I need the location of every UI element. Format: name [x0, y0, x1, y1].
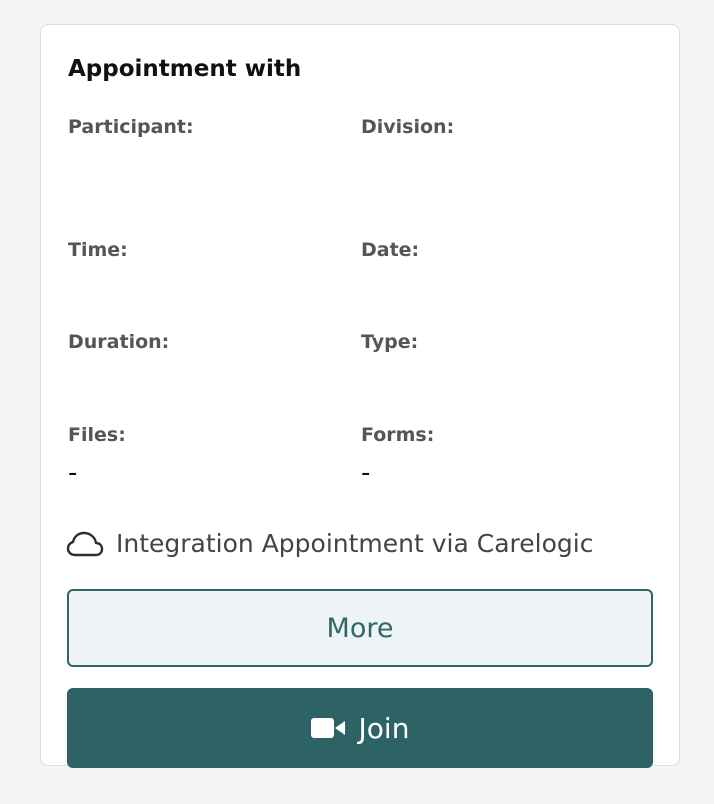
- appointment-page: Appointment with Participant: Division: …: [0, 0, 714, 804]
- join-button[interactable]: Join: [67, 688, 653, 768]
- integration-text: Integration Appointment via Carelogic: [116, 529, 594, 558]
- forms-label: Forms:: [361, 424, 435, 446]
- integration-info: Integration Appointment via Carelogic: [66, 529, 593, 558]
- files-value: -: [68, 458, 78, 488]
- type-label: Type:: [361, 331, 419, 353]
- division-label: Division:: [361, 116, 455, 138]
- more-button-label: More: [326, 612, 394, 644]
- join-button-label: Join: [358, 711, 410, 745]
- forms-value: -: [361, 458, 371, 488]
- card-title: Appointment with: [68, 56, 302, 82]
- duration-label: Duration:: [68, 331, 170, 353]
- date-label: Date:: [361, 239, 420, 261]
- video-camera-icon: [310, 717, 347, 739]
- appointment-card: Appointment with Participant: Division: …: [40, 24, 680, 768]
- time-label: Time:: [68, 239, 128, 261]
- cloud-icon: [66, 530, 104, 558]
- more-button[interactable]: More: [67, 589, 653, 667]
- participant-label: Participant:: [68, 116, 194, 138]
- files-label: Files:: [68, 424, 126, 446]
